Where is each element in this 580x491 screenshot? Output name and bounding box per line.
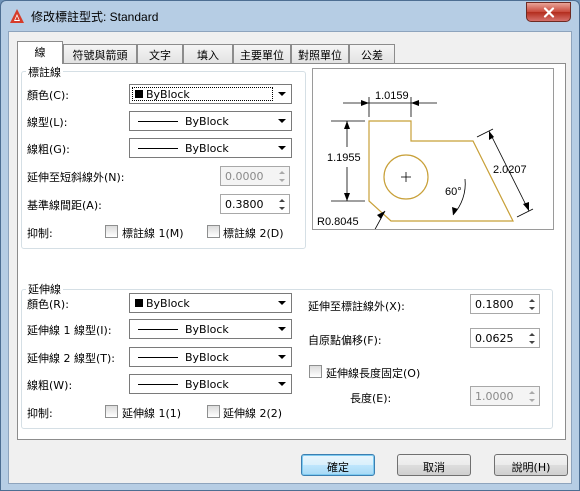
dropdown-arrow-icon (275, 322, 289, 336)
extend-beyond-dimlines-value: 0.1800 (475, 298, 514, 311)
spin-down-icon[interactable] (526, 338, 538, 346)
spin-down-icon[interactable] (526, 396, 538, 404)
length-input[interactable]: 1.0000 (470, 386, 540, 406)
dimline-lineweight-value: ByBlock (185, 142, 229, 155)
dimline-color-value: ByBlock (146, 88, 190, 101)
dropdown-arrow-icon (275, 141, 289, 155)
lines-tab-panel: 標註線 顏色(C): ByBlock 線型(L): ByBlock 線粗(G):… (17, 63, 566, 440)
extline-color-value: ByBlock (146, 297, 190, 310)
dialog-window: 修改標註型式: Standard 線 符號與箭頭 文字 填入 主要單位 對照單位… (0, 0, 580, 491)
line-sample (138, 357, 178, 358)
dimline-color-select[interactable]: ByBlock (129, 84, 292, 104)
tab-alternate-units[interactable]: 對照單位 (291, 44, 349, 63)
spin-up-icon[interactable] (526, 388, 538, 396)
fixed-length-checkbox[interactable] (309, 365, 322, 378)
spin-down-icon[interactable] (526, 304, 538, 312)
length-label: 長度(E): (350, 392, 392, 405)
extline1-linetype-select[interactable]: ByBlock (129, 319, 292, 339)
dialog-client-area: 線 符號與箭頭 文字 填入 主要單位 對照單位 公差 標註線 顏色(C): By… (8, 31, 572, 484)
tab-fit[interactable]: 填入 (183, 44, 233, 63)
tab-text[interactable]: 文字 (137, 44, 183, 63)
extline-lineweight-label: 線粗(W): (27, 379, 73, 392)
preview-dim-top: 1.0159 (375, 90, 409, 102)
dimline-linetype-value: ByBlock (185, 115, 229, 128)
preview-angle: 60° (445, 186, 462, 198)
dropdown-arrow-icon (275, 87, 289, 101)
extend-beyond-ticks-label: 延伸至短斜線外(N): (27, 171, 125, 184)
line-sample (138, 148, 178, 149)
extline2-linetype-value: ByBlock (185, 351, 229, 364)
dimline-linetype-select[interactable]: ByBlock (129, 111, 292, 131)
dimension-preview: 1.0159 1.1955 2.0207 60° R0.8045 (312, 68, 554, 234)
fixed-length-label[interactable]: 延伸線長度固定(O) (326, 365, 420, 381)
preview-dim-right: 2.0207 (493, 164, 527, 176)
offset-from-origin-value: 0.0625 (475, 332, 514, 345)
offset-from-origin-label: 自原點偏移(F): (308, 334, 382, 347)
extline2-linetype-label: 延伸線 2 線型(T): (27, 352, 115, 365)
dimline-lineweight-select[interactable]: ByBlock (129, 138, 292, 158)
dropdown-arrow-icon (275, 114, 289, 128)
window-title: 修改標註型式: Standard (31, 10, 159, 24)
tab-tolerances[interactable]: 公差 (349, 44, 395, 63)
close-button[interactable] (526, 2, 571, 22)
spin-up-icon[interactable] (526, 296, 538, 304)
title-bar[interactable]: 修改標註型式: Standard (1, 1, 579, 31)
extline-color-label: 顏色(R): (27, 298, 69, 311)
spin-up-icon[interactable] (276, 168, 288, 176)
autocad-app-icon (10, 9, 24, 23)
dimline-suppress-label: 抑制: (27, 227, 53, 240)
dimline-color-label: 顏色(C): (27, 89, 69, 102)
extline-lineweight-value: ByBlock (185, 378, 229, 391)
spin-down-icon[interactable] (276, 204, 288, 212)
suppress-dimline2-label[interactable]: 標註線 2(D) (223, 225, 284, 241)
cancel-button[interactable]: 取消 (397, 454, 471, 476)
spin-down-icon[interactable] (276, 176, 288, 184)
suppress-extline2-checkbox[interactable] (207, 405, 220, 418)
preview-dim-left: 1.1955 (327, 152, 361, 164)
dimline-lineweight-label: 線粗(G): (27, 143, 70, 156)
spin-up-icon[interactable] (526, 330, 538, 338)
baseline-spacing-input[interactable]: 0.3800 (220, 194, 290, 214)
line-sample (138, 384, 178, 385)
color-swatch (135, 90, 143, 98)
dropdown-arrow-icon (275, 377, 289, 391)
tab-symbols-arrows[interactable]: 符號與箭頭 (63, 44, 137, 63)
suppress-extline1-checkbox[interactable] (105, 405, 118, 418)
color-swatch (135, 299, 143, 307)
line-sample (138, 121, 178, 122)
extline-suppress-label: 抑制: (27, 407, 53, 420)
close-icon (543, 6, 554, 18)
offset-from-origin-input[interactable]: 0.0625 (470, 328, 540, 348)
suppress-dimline2-checkbox[interactable] (207, 225, 220, 238)
extend-beyond-ticks-input[interactable]: 0.0000 (220, 166, 290, 186)
suppress-dimline1-label[interactable]: 標註線 1(M) (122, 225, 184, 241)
tab-lines[interactable]: 線 (17, 41, 63, 64)
tab-primary-units[interactable]: 主要單位 (233, 44, 291, 63)
extend-beyond-ticks-value: 0.0000 (225, 170, 264, 183)
ok-button[interactable]: 確定 (301, 454, 375, 476)
dimline-linetype-label: 線型(L): (27, 116, 68, 129)
extline1-linetype-value: ByBlock (185, 323, 229, 336)
extline-lineweight-select[interactable]: ByBlock (129, 374, 292, 394)
line-sample (138, 329, 178, 330)
spin-up-icon[interactable] (276, 196, 288, 204)
extend-beyond-dimlines-label: 延伸至標註線外(X): (308, 300, 405, 313)
extend-beyond-dimlines-input[interactable]: 0.1800 (470, 294, 540, 314)
suppress-extline2-label[interactable]: 延伸線 2(2) (223, 405, 282, 421)
extension-lines-legend: 延伸線 (26, 281, 63, 297)
suppress-extline1-label[interactable]: 延伸線 1(1) (122, 405, 181, 421)
extline-color-select[interactable]: ByBlock (129, 293, 292, 313)
baseline-spacing-value: 0.3800 (225, 198, 264, 211)
preview-drawing: 1.0159 1.1955 2.0207 60° R0.8045 (317, 90, 534, 234)
dropdown-arrow-icon (275, 350, 289, 364)
help-button[interactable]: 說明(H) (494, 454, 568, 476)
length-value: 1.0000 (475, 390, 514, 403)
dimension-lines-legend: 標註線 (26, 64, 63, 80)
extline2-linetype-select[interactable]: ByBlock (129, 347, 292, 367)
extline1-linetype-label: 延伸線 1 線型(I): (27, 324, 112, 337)
dropdown-arrow-icon (275, 296, 289, 310)
preview-radius: R0.8045 (317, 216, 359, 228)
baseline-spacing-label: 基準線間距(A): (27, 199, 102, 212)
suppress-dimline1-checkbox[interactable] (105, 225, 118, 238)
